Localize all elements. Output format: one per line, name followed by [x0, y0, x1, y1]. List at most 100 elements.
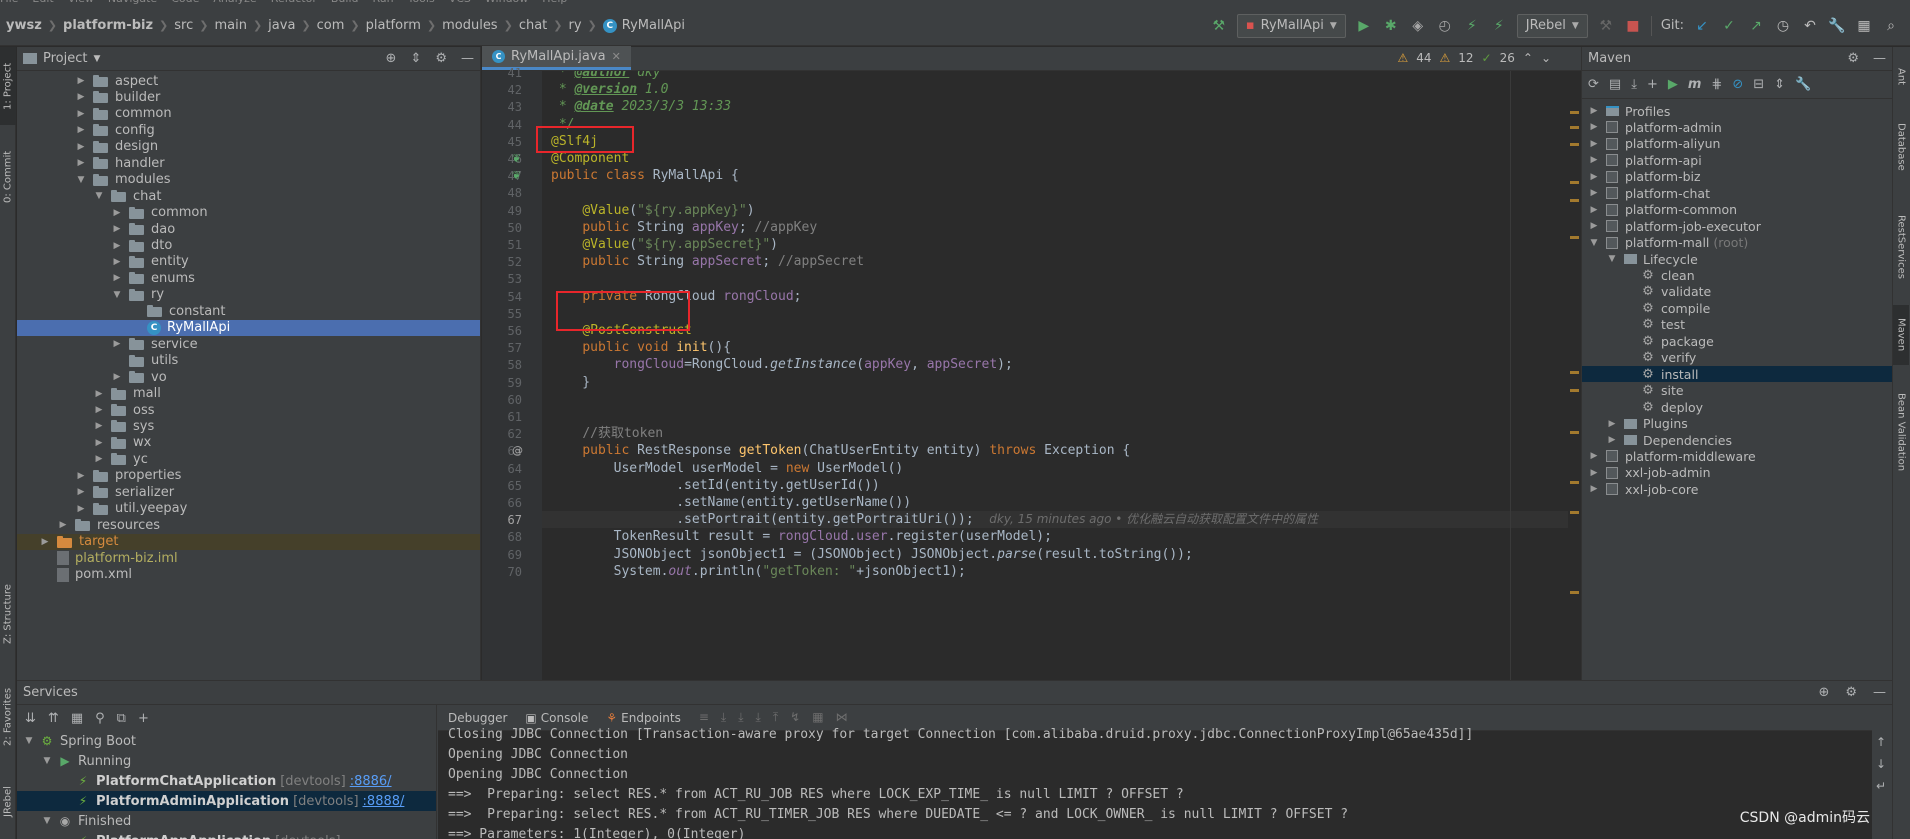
group-by-icon[interactable]: ▦ [71, 711, 83, 726]
tree-item-oss[interactable]: ▶ oss [17, 402, 480, 418]
breadcrumb-item[interactable]: main ❯ [214, 18, 268, 33]
maven-item-platform-common[interactable]: ▶ platform-common [1582, 202, 1892, 218]
tree-item-dto[interactable]: ▶ dto [17, 238, 480, 254]
error-stripe-mark[interactable] [1570, 389, 1579, 392]
expand-all-icon[interactable]: ⇊ [25, 711, 36, 726]
debug-step-icon[interactable]: ≡ [699, 710, 709, 725]
tree-item-design[interactable]: ▶ design [17, 139, 480, 155]
add-service-icon[interactable]: + [138, 711, 149, 726]
chevron-right-icon[interactable]: ▶ [111, 224, 123, 234]
collapse-all-icon[interactable]: ⇈ [48, 711, 59, 726]
maven-item-platform-biz[interactable]: ▶ platform-biz [1582, 169, 1892, 185]
maven-item-compile[interactable]: ⚙ compile [1582, 300, 1892, 316]
tree-item-properties[interactable]: ▶ properties [17, 468, 480, 484]
chevron-right-icon[interactable]: ▶ [111, 241, 123, 251]
soft-wrap-icon[interactable]: ↵ [1876, 779, 1886, 793]
settings-icon[interactable]: 🔧 [1828, 17, 1846, 35]
chevron-right-icon[interactable]: ▶ [1606, 435, 1618, 445]
bean-validation-tool-tab[interactable]: Bean Validation [1893, 377, 1909, 487]
service-port-link[interactable]: :8888/ [363, 794, 405, 809]
maven-item-platform-mall[interactable]: ▼ platform-mall (root) [1582, 235, 1892, 251]
tree-item-chat[interactable]: ▼ chat [17, 188, 480, 204]
error-stripe-mark[interactable] [1570, 591, 1579, 594]
maven-item-test[interactable]: ⚙ test [1582, 317, 1892, 333]
chevron-right-icon[interactable]: ▶ [75, 142, 87, 152]
toggle-offline-icon[interactable]: ⋕ [1711, 77, 1722, 92]
error-stripe-mark[interactable] [1570, 111, 1579, 114]
chevron-right-icon[interactable]: ▶ [75, 504, 87, 514]
tree-item-dao[interactable]: ▶ dao [17, 221, 480, 237]
run-configuration-select[interactable]: ▪ RyMallApi ▼ [1236, 13, 1346, 38]
tree-item-ry[interactable]: ▼ ry [17, 287, 480, 303]
tree-item-common[interactable]: ▶ common [17, 205, 480, 221]
tree-item-pom-xml[interactable]: pom.xml [17, 567, 480, 583]
breadcrumb-item[interactable]: modules ❯ [442, 18, 519, 33]
search-icon[interactable]: ⌕ [1882, 17, 1900, 35]
jrebel-select[interactable]: JRebel ▼ [1516, 13, 1588, 38]
chevron-down-icon[interactable]: ▼ [1606, 254, 1618, 264]
gear-icon[interactable]: ⚙ [1845, 685, 1857, 700]
bean-icon[interactable]: ❦ [512, 169, 521, 182]
editor-tab-rymallapi[interactable]: C RyMallApi.java ✕ [482, 46, 631, 70]
project-structure-icon[interactable]: ▦ [1855, 17, 1873, 35]
maven-item-platform-admin[interactable]: ▶ platform-admin [1582, 119, 1892, 135]
menu-item[interactable]: View [68, 0, 94, 5]
minimize-icon[interactable]: — [1873, 51, 1886, 66]
chevron-right-icon[interactable]: ▶ [75, 92, 87, 102]
maven-item-deploy[interactable]: ⚙ deploy [1582, 399, 1892, 415]
error-stripe-mark[interactable] [1570, 236, 1579, 239]
profile-icon[interactable]: ◴ [1436, 17, 1454, 35]
arrow-up-icon[interactable]: ↑ [1876, 735, 1886, 749]
console-tab-console[interactable]: ▣ Console [525, 711, 588, 725]
menu-item[interactable]: Window [485, 0, 528, 5]
chevron-right-icon[interactable]: ▶ [93, 389, 105, 399]
chevron-down-icon[interactable]: ▼ [111, 290, 123, 300]
error-stripe-mark[interactable] [1570, 481, 1579, 484]
chevron-right-icon[interactable]: ▶ [111, 372, 123, 382]
locate-icon[interactable]: ⊕ [386, 51, 397, 66]
debug-step-icon[interactable]: ⋈ [836, 710, 848, 725]
coverage-icon[interactable]: ◈ [1409, 17, 1427, 35]
chevron-right-icon[interactable]: ▶ [93, 438, 105, 448]
inspection-widget[interactable]: ⚠ 44 ⚠ 12 ✓ 26 ⌃ ⌄ [1397, 51, 1551, 65]
ant-tool-tab[interactable]: Ant [1893, 57, 1909, 97]
chevron-right-icon[interactable]: ▶ [93, 405, 105, 415]
arrow-down-icon[interactable]: ↓ [1876, 757, 1886, 771]
project-view-select[interactable]: Project [43, 51, 87, 66]
chevron-right-icon[interactable]: ▶ [75, 487, 87, 497]
reload-icon[interactable]: ⟳ [1588, 77, 1599, 92]
execute-goal-icon[interactable]: m [1688, 77, 1702, 92]
structure-tool-tab[interactable]: Z: Structure [0, 569, 16, 659]
tree-item-serializer[interactable]: ▶ serializer [17, 484, 480, 500]
chevron-right-icon[interactable]: ▶ [93, 454, 105, 464]
maven-item-clean[interactable]: ⚙ clean [1582, 268, 1892, 284]
error-stripe-mark[interactable] [1570, 511, 1579, 514]
code-area[interactable]: * @author dky * @version 1.0 * @date 202… [542, 71, 1568, 680]
chevron-down-icon[interactable]: ▼ [1588, 238, 1600, 248]
chevron-down-icon[interactable]: ▼ [23, 736, 35, 746]
jrebel-run-icon[interactable]: ⚡ [1463, 17, 1481, 35]
maven-tool-tab[interactable]: Maven [1893, 305, 1909, 365]
tree-item-rymallapi[interactable]: C RyMallApi [17, 319, 480, 336]
settings-icon[interactable]: 🔧 [1795, 77, 1811, 92]
git-commit-icon[interactable]: ✓ [1720, 17, 1738, 35]
minimize-icon[interactable]: — [1873, 685, 1886, 700]
debug-step-icon[interactable]: ⤓ [738, 710, 743, 725]
menu-item[interactable]: Run [373, 0, 394, 5]
tree-item-constant[interactable]: constant [17, 303, 480, 319]
error-stripe-mark[interactable] [1570, 143, 1579, 146]
project-tool-tab[interactable]: 1: Project [0, 47, 16, 125]
skip-tests-icon[interactable]: ⊘ [1732, 77, 1743, 92]
filter-icon[interactable]: ⚲ [95, 711, 105, 726]
maven-item-site[interactable]: ⚙ site [1582, 383, 1892, 399]
minimize-icon[interactable]: — [461, 51, 474, 66]
tree-item-common[interactable]: ▶ common [17, 106, 480, 122]
chevron-down-icon[interactable]: ▼ [41, 816, 53, 826]
chevron-down-icon[interactable]: ▼ [75, 175, 87, 185]
show-dependencies-icon[interactable]: ⊟ [1753, 77, 1764, 92]
console-tab-endpoints[interactable]: ⚘ Endpoints [606, 711, 680, 725]
chevron-right-icon[interactable]: ▶ [111, 339, 123, 349]
debug-step-icon[interactable]: ▦ [812, 710, 823, 725]
chevron-right-icon[interactable]: ▶ [1588, 155, 1600, 165]
maven-item-xxl-job-admin[interactable]: ▶ xxl-job-admin [1582, 465, 1892, 481]
